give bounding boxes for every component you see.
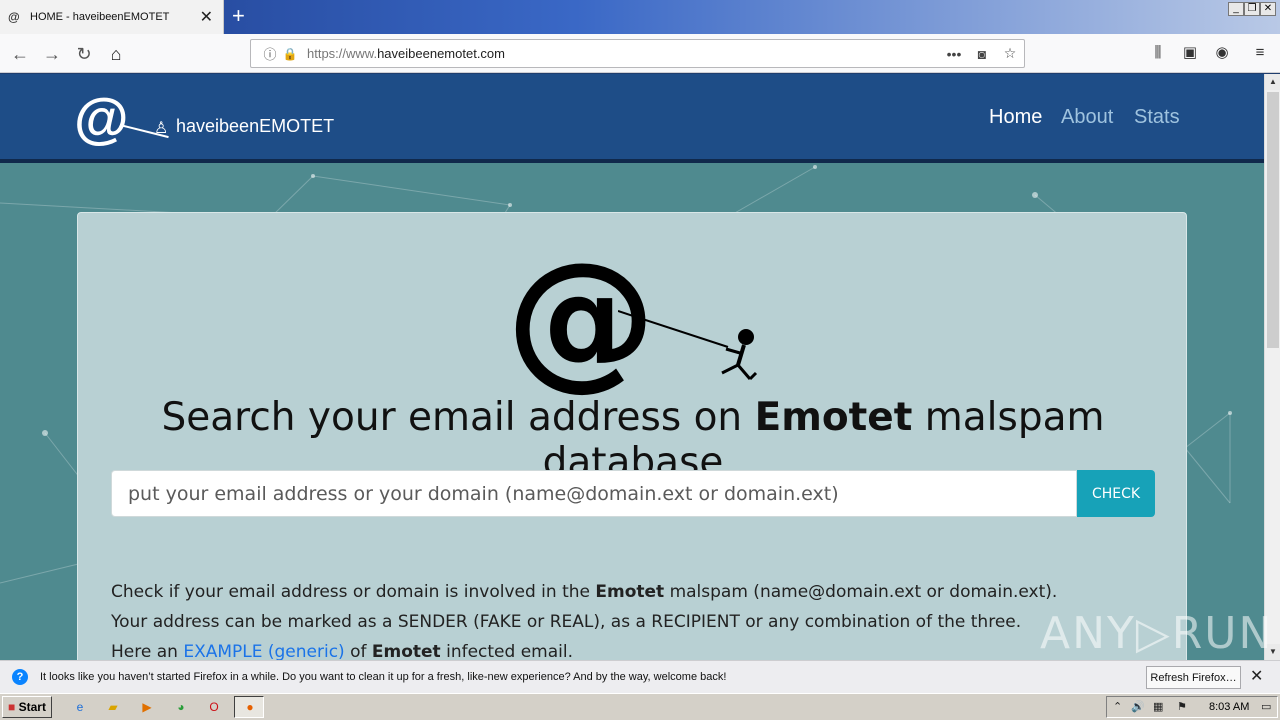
bookmark-star-icon[interactable]: ☆: [996, 45, 1024, 62]
site-header: @ ♙ haveibeenEMOTET Home About Stats: [0, 74, 1264, 163]
nav-about[interactable]: About: [1061, 106, 1113, 129]
check-button[interactable]: CHECK: [1077, 470, 1155, 517]
ie-icon[interactable]: e: [70, 698, 90, 716]
close-window-icon[interactable]: ✕: [1260, 2, 1276, 16]
page-scrollbar[interactable]: ▲ ▼: [1264, 74, 1280, 660]
network-icon[interactable]: ▦: [1153, 700, 1163, 713]
pocket-icon[interactable]: ◙: [968, 46, 996, 62]
chrome-icon[interactable]: ◕: [171, 698, 191, 716]
scroll-thumb[interactable]: [1267, 92, 1279, 348]
desc-line-1: Check if your email address or domain is…: [111, 582, 1058, 602]
email-search-input[interactable]: [111, 470, 1077, 517]
nav-stats[interactable]: Stats: [1134, 106, 1180, 129]
desc-line-3: Here an EXAMPLE (generic) of Emotet infe…: [111, 642, 573, 660]
opera-icon[interactable]: O: [204, 698, 224, 716]
sidebar-icon[interactable]: ▣: [1177, 40, 1203, 66]
brand-logo-icon[interactable]: @: [74, 88, 129, 148]
close-tab-icon[interactable]: ✕: [200, 7, 213, 27]
lock-icon: 🔒: [282, 46, 298, 61]
anyrun-watermark: ANY▷RUN: [1040, 608, 1274, 659]
url-text[interactable]: https://www.haveibeenemotet.com: [307, 46, 940, 61]
info-icon[interactable]: ⓘ: [259, 44, 281, 63]
tab-title: HOME - haveibeenEMOTET: [30, 11, 170, 23]
scroll-up-icon[interactable]: ▲: [1265, 74, 1280, 90]
minimize-icon[interactable]: _: [1228, 2, 1244, 16]
account-icon[interactable]: ◉: [1209, 40, 1235, 66]
navigation-toolbar: ← → ↻ ⌂ ⓘ 🔒 https://www.haveibeenemotet.…: [0, 34, 1280, 73]
desc-line-2: Your address can be marked as a SENDER (…: [111, 612, 1022, 632]
menu-icon[interactable]: ≡: [1247, 40, 1273, 66]
stick-figure-icon: ♙: [154, 120, 169, 137]
start-button[interactable]: ■ Start: [2, 696, 52, 718]
browser-tab[interactable]: @ HOME - haveibeenEMOTET ✕: [0, 0, 224, 34]
forward-icon[interactable]: →: [38, 40, 66, 68]
stick-figure-pulling-icon: [618, 310, 758, 381]
page-viewport: @ ♙ haveibeenEMOTET Home About Stats @ S…: [0, 74, 1264, 660]
close-notification-icon[interactable]: ✕: [1250, 666, 1263, 686]
show-desktop-icon[interactable]: ▭: [1261, 700, 1271, 713]
flag-icon[interactable]: ⚑: [1177, 700, 1187, 713]
search-card: @ Search your email address on Emotet ma…: [77, 212, 1187, 660]
windows-logo-icon: ■: [8, 700, 16, 714]
new-tab-icon[interactable]: +: [232, 4, 245, 28]
firefox-task[interactable]: ●: [234, 696, 264, 718]
reload-icon[interactable]: ↻: [70, 40, 98, 68]
notification-bar: ? It looks like you haven’t started Fire…: [0, 660, 1280, 693]
volume-icon[interactable]: 🔊: [1131, 700, 1145, 713]
system-tray: ⌃ 🔊 ▦ ⚑ 8:03 AM ▭: [1106, 696, 1278, 718]
back-icon[interactable]: ←: [6, 40, 34, 68]
page-actions-icon[interactable]: •••: [940, 46, 968, 62]
clock: 8:03 AM: [1209, 701, 1250, 713]
nav-home[interactable]: Home: [989, 106, 1042, 129]
tray-expand-icon[interactable]: ⌃: [1113, 700, 1122, 713]
taskbar: ■ Start e ▰ ▶ ◕ O ● ⌃ 🔊 ▦ ⚑ 8:03 AM ▭: [0, 693, 1280, 720]
restore-icon[interactable]: ❐: [1244, 2, 1260, 16]
media-player-icon[interactable]: ▶: [137, 698, 157, 716]
refresh-firefox-button[interactable]: Refresh Firefox…: [1146, 666, 1241, 689]
home-icon[interactable]: ⌂: [102, 40, 130, 68]
firefox-icon: ●: [246, 700, 254, 714]
url-bar[interactable]: ⓘ 🔒 https://www.haveibeenemotet.com ••• …: [250, 39, 1025, 68]
help-icon: ?: [12, 669, 28, 685]
explorer-folder-icon[interactable]: ▰: [103, 698, 123, 716]
brand-name[interactable]: haveibeenEMOTET: [176, 116, 334, 137]
library-icon[interactable]: ⫼: [1145, 40, 1171, 66]
title-bar: @ HOME - haveibeenEMOTET ✕ + _ ❐ ✕: [0, 0, 1280, 34]
description-text: Check if your email address or domain is…: [111, 577, 1151, 660]
example-link[interactable]: EXAMPLE (generic): [183, 642, 344, 660]
site-favicon-icon: @: [8, 10, 20, 24]
notification-text: It looks like you haven’t started Firefo…: [40, 671, 727, 683]
